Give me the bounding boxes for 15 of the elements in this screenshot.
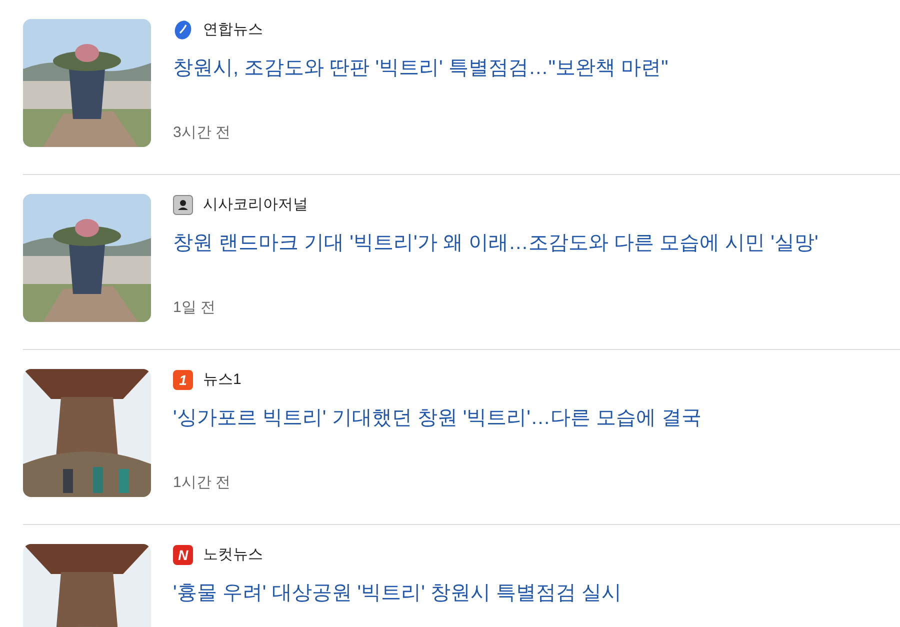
logo-icon: 1 [173,370,193,390]
time-text: 1시간 전 [173,473,232,493]
time-text: 3시간 전 [173,123,232,143]
source-name[interactable]: 시사코리아저널 [203,194,308,216]
source-name[interactable]: 연합뉴스 [203,18,263,42]
source-name[interactable]: 뉴스1 [203,368,242,392]
logo-icon: N [173,545,193,565]
swirl-logo-icon [173,20,193,40]
headline-link[interactable]: 창원시, 조감도와 딴판 '빅트리' 특별점검…"보완책 마련" [173,53,668,83]
person-badge-icon [173,195,193,215]
headline-link[interactable]: '흉물 우려' 대상공원 '빅트리' 창원시 특별점검 실시 [173,578,622,608]
headline-link[interactable]: 창원 랜드마크 기대 '빅트리'가 왜 이래…조감도와 다른 모습에 시민 '실망' [173,228,818,258]
headline-link[interactable]: '싱가포르 빅트리' 기대했던 창원 '빅트리'…다른 모습에 결국 [173,403,702,433]
source-name[interactable]: 노컷뉴스 [203,544,263,566]
time-text: 1일 전 [173,298,217,318]
